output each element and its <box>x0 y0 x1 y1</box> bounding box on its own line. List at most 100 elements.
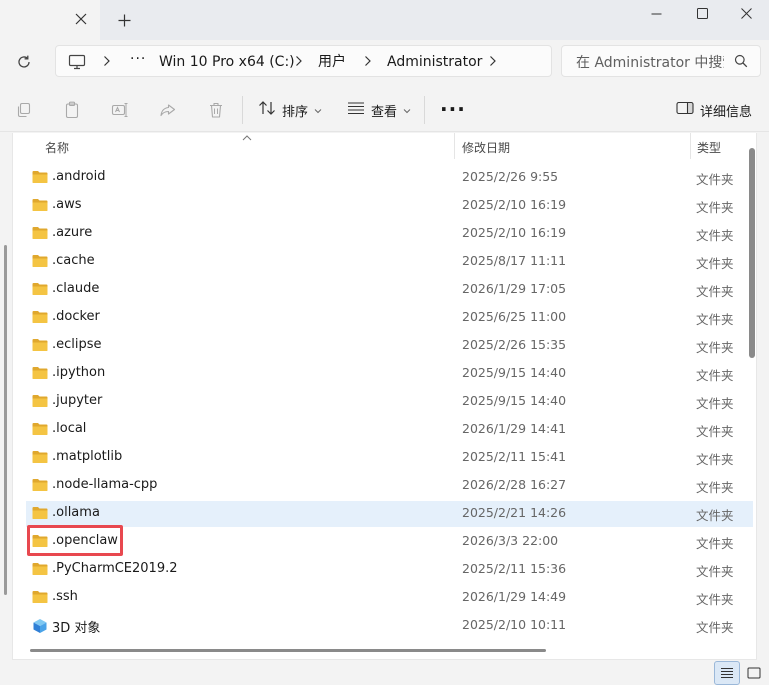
file-name: .claude <box>52 281 100 296</box>
title-bar <box>0 0 769 40</box>
details-label: 详细信息 <box>700 104 753 120</box>
search-placeholder: 在 Administrator 中搜索 <box>576 55 724 71</box>
share-icon[interactable] <box>158 100 178 120</box>
rename-icon[interactable] <box>110 100 130 120</box>
file-name: .android <box>52 169 106 184</box>
folder-icon <box>32 282 48 296</box>
command-bar: 排序 查看 ··· 详细信息 <box>0 88 769 132</box>
list-item[interactable]: .openclaw 2026/3/3 22:00 文件夹 <box>26 529 753 555</box>
list-item[interactable]: .ssh 2026/1/29 14:49 文件夹 <box>26 585 753 611</box>
file-type: 文件夹 <box>696 508 734 523</box>
file-type: 文件夹 <box>696 564 734 579</box>
list-item[interactable]: .PyCharmCE2019.2 2025/2/11 15:36 文件夹 <box>26 557 753 583</box>
tab-current[interactable] <box>0 0 100 40</box>
list-item[interactable]: .docker 2025/6/25 11:00 文件夹 <box>26 305 753 331</box>
column-modified[interactable]: 修改日期 <box>462 139 510 156</box>
chevron-right-icon[interactable] <box>486 54 500 68</box>
file-name: .ipython <box>52 365 106 380</box>
window-close-button[interactable] <box>723 0 769 26</box>
folder-icon <box>32 506 48 520</box>
paste-icon[interactable] <box>62 100 82 120</box>
column-divider[interactable] <box>454 133 455 159</box>
file-name: .ollama <box>52 505 100 520</box>
minimize-button[interactable] <box>633 0 679 26</box>
nav-pane-scrollbar[interactable] <box>4 245 7 595</box>
list-item[interactable]: .android 2025/2/26 9:55 文件夹 <box>26 165 753 191</box>
copy-icon[interactable] <box>14 100 34 120</box>
list-item[interactable]: .node-llama-cpp 2026/2/28 16:27 文件夹 <box>26 473 753 499</box>
more-options-button[interactable]: ··· <box>440 97 466 121</box>
toolbar-divider <box>242 96 243 124</box>
list-item[interactable]: 3D 对象 2025/2/10 10:11 文件夹 <box>26 613 753 639</box>
file-type: 文件夹 <box>696 312 734 327</box>
folder-icon <box>32 450 48 464</box>
sort-button[interactable]: 排序 <box>258 98 322 122</box>
refresh-icon[interactable] <box>12 50 36 74</box>
close-icon[interactable] <box>70 8 92 30</box>
breadcrumb-drive[interactable]: Win 10 Pro x64 (C:) <box>159 52 295 72</box>
folder-icon <box>32 394 48 408</box>
sort-ascending-icon <box>241 133 253 141</box>
details-view-button[interactable] <box>714 661 740 685</box>
file-type: 文件夹 <box>696 256 734 271</box>
breadcrumb-administrator[interactable]: Administrator <box>387 52 482 72</box>
file-type: 文件夹 <box>696 396 734 411</box>
file-modified-date: 2025/2/26 9:55 <box>462 169 559 184</box>
file-modified-date: 2026/3/3 22:00 <box>462 533 559 548</box>
list-item[interactable]: .aws 2025/2/10 16:19 文件夹 <box>26 193 753 219</box>
list-item[interactable]: .eclipse 2025/2/26 15:35 文件夹 <box>26 333 753 359</box>
tiles-view-button[interactable] <box>744 663 764 683</box>
file-modified-date: 2025/2/11 15:36 <box>462 561 567 576</box>
chevron-right-icon[interactable] <box>361 54 375 68</box>
list-item[interactable]: .azure 2025/2/10 16:19 文件夹 <box>26 221 753 247</box>
plus-icon[interactable] <box>112 8 136 32</box>
file-list: 名称 修改日期 类型 .android 2025/2/26 9:55 文件夹 .aws… <box>12 133 757 660</box>
file-name: .PyCharmCE2019.2 <box>52 561 178 576</box>
file-modified-date: 2025/6/25 11:00 <box>462 309 567 324</box>
toolbar-divider <box>424 96 425 124</box>
file-type: 文件夹 <box>696 424 734 439</box>
folder-icon <box>32 562 48 576</box>
chevron-right-icon[interactable] <box>292 54 306 68</box>
maximize-button[interactable] <box>679 0 725 26</box>
chevron-right-icon[interactable] <box>100 54 114 68</box>
file-modified-date: 2025/2/26 15:35 <box>462 337 567 352</box>
horizontal-scrollbar[interactable] <box>30 649 546 652</box>
file-modified-date: 2025/8/17 11:11 <box>462 253 567 268</box>
column-name[interactable]: 名称 <box>45 139 69 156</box>
folder-icon <box>32 254 48 268</box>
list-item[interactable]: .local 2026/1/29 14:41 文件夹 <box>26 417 753 443</box>
column-type[interactable]: 类型 <box>697 139 721 156</box>
file-modified-date: 2025/2/21 14:26 <box>462 505 567 520</box>
column-divider[interactable] <box>690 133 691 159</box>
address-bar[interactable]: ··· Win 10 Pro x64 (C:) 用户 Administrator <box>55 45 552 77</box>
column-header: 名称 修改日期 类型 <box>13 133 756 161</box>
list-item[interactable]: .jupyter 2025/9/15 14:40 文件夹 <box>26 389 753 415</box>
file-type: 文件夹 <box>696 592 734 607</box>
vertical-scrollbar[interactable] <box>749 148 755 358</box>
folder-icon <box>32 366 48 380</box>
list-item[interactable]: .claude 2026/1/29 17:05 文件夹 <box>26 277 753 303</box>
chevron-down-icon <box>403 103 411 118</box>
breadcrumb-users[interactable]: 用户 <box>318 52 346 72</box>
view-button[interactable]: 查看 <box>347 98 411 122</box>
folder-icon <box>32 338 48 352</box>
delete-icon[interactable] <box>206 100 226 120</box>
file-modified-date: 2025/2/10 16:19 <box>462 197 567 212</box>
list-item[interactable]: .ollama 2025/2/21 14:26 文件夹 <box>26 501 753 527</box>
file-type: 文件夹 <box>696 368 734 383</box>
breadcrumb-overflow[interactable]: ··· <box>130 51 146 67</box>
file-name: .matplotlib <box>52 449 123 464</box>
search-input[interactable]: 在 Administrator 中搜索 <box>561 45 761 77</box>
search-icon[interactable] <box>734 54 750 70</box>
details-pane-button[interactable]: 详细信息 <box>676 98 752 122</box>
file-type: 文件夹 <box>696 620 734 635</box>
list-item[interactable]: .ipython 2025/9/15 14:40 文件夹 <box>26 361 753 387</box>
address-row: ··· Win 10 Pro x64 (C:) 用户 Administrator… <box>0 40 769 84</box>
file-modified-date: 2026/1/29 14:49 <box>462 589 567 604</box>
file-name: .jupyter <box>52 393 103 408</box>
3d-objects-icon <box>32 618 48 633</box>
list-item[interactable]: .cache 2025/8/17 11:11 文件夹 <box>26 249 753 275</box>
list-item[interactable]: .matplotlib 2025/2/11 15:41 文件夹 <box>26 445 753 471</box>
details-pane-icon <box>676 101 694 119</box>
